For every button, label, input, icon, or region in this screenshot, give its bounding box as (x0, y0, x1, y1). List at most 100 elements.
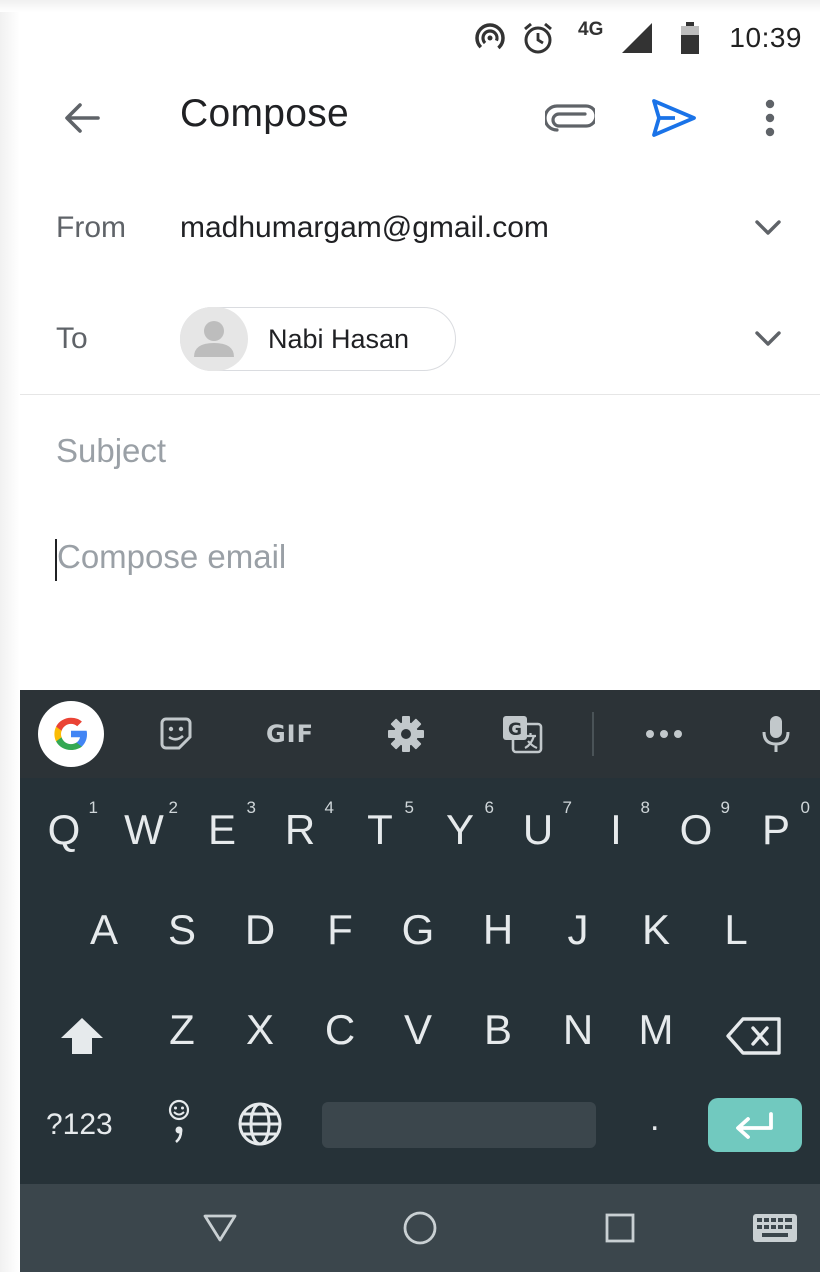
chevron-down-icon[interactable] (754, 172, 782, 283)
from-address: madhumargam@gmail.com (180, 210, 549, 244)
key-label: W (124, 806, 164, 853)
symbols-key[interactable]: ?123 (46, 1108, 113, 1142)
key-label: T (367, 806, 393, 853)
recipient-chip[interactable]: Nabi Hasan (180, 307, 456, 371)
compose-body-field[interactable]: Compose email (20, 506, 820, 690)
recipient-name: Nabi Hasan (268, 323, 410, 354)
space-bar[interactable] (322, 1102, 596, 1148)
key-number-hint: 2 (168, 798, 178, 817)
sticker-icon[interactable] (154, 690, 198, 778)
key-v[interactable]: V (378, 1006, 458, 1054)
key-g[interactable]: G (378, 906, 458, 954)
from-row[interactable]: From madhumargam@gmail.com (20, 172, 820, 284)
period-key[interactable]: . (650, 1100, 659, 1139)
enter-icon (736, 1112, 773, 1139)
from-label: From (56, 210, 126, 244)
page-title: Compose (180, 92, 350, 135)
status-time: 10:39 (729, 22, 802, 53)
key-label: E (207, 806, 236, 853)
gif-icon[interactable]: GIF (260, 690, 320, 778)
key-s[interactable]: S (142, 906, 222, 954)
key-u[interactable]: U7 (498, 798, 578, 854)
toolbar-divider (592, 712, 594, 756)
more-vert-icon[interactable] (738, 86, 802, 150)
translate-icon[interactable]: G (500, 690, 544, 778)
settings-icon[interactable] (386, 690, 426, 778)
backspace-key[interactable] (714, 1008, 794, 1064)
key-f[interactable]: F (300, 906, 380, 954)
mic-icon[interactable] (758, 690, 794, 778)
key-number-hint: 8 (640, 798, 650, 817)
enter-key[interactable] (708, 1098, 802, 1152)
key-number-hint: 4 (324, 798, 334, 817)
keyboard-keys: Q1W2E3R4T5Y6U7I8O9P0 ASDFGHJKL ZXCVBNM ?… (20, 778, 820, 1184)
key-k[interactable]: K (616, 906, 696, 954)
keyboard-switch-icon[interactable] (750, 1184, 800, 1272)
key-y[interactable]: Y6 (420, 798, 500, 854)
keyboard-toolbar: GIF G (20, 690, 820, 778)
system-nav-bar (20, 1184, 820, 1272)
battery-icon (680, 12, 700, 64)
to-label: To (56, 321, 88, 355)
key-number-hint: 9 (720, 798, 730, 817)
key-label: P (761, 806, 790, 853)
status-bar: 4G 10:39 (20, 12, 820, 64)
key-x[interactable]: X (220, 1006, 300, 1054)
key-number-hint: 3 (246, 798, 256, 817)
attach-icon[interactable] (538, 86, 602, 150)
key-w[interactable]: W2 (104, 798, 184, 854)
key-t[interactable]: T5 (340, 798, 420, 854)
emoji-comma-key[interactable] (154, 1098, 204, 1154)
key-h[interactable]: H (458, 906, 538, 954)
key-b[interactable]: B (458, 1006, 538, 1054)
key-label: O (679, 806, 713, 853)
key-n[interactable]: N (538, 1006, 618, 1054)
left-edge-shadow (0, 0, 20, 1272)
back-triangle-icon[interactable] (200, 1184, 240, 1272)
key-a[interactable]: A (64, 906, 144, 954)
send-icon[interactable] (642, 86, 706, 150)
key-label: U (522, 806, 554, 853)
key-number-hint: 0 (800, 798, 810, 817)
gif-label: GIF (265, 720, 315, 748)
app-bar: Compose (20, 64, 820, 174)
key-c[interactable]: C (300, 1006, 380, 1054)
key-label: Q (47, 806, 81, 853)
signal-icon (620, 12, 654, 64)
compose-body-placeholder: Compose email (57, 538, 287, 575)
network-type-label: 4G (578, 19, 604, 40)
key-z[interactable]: Z (142, 1006, 222, 1054)
key-p[interactable]: P0 (736, 798, 816, 854)
chevron-down-icon[interactable] (754, 283, 782, 394)
key-i[interactable]: I8 (576, 798, 656, 854)
shift-key[interactable] (42, 1008, 122, 1064)
hotspot-icon (472, 12, 508, 64)
home-circle-icon[interactable] (400, 1184, 440, 1272)
globe-icon[interactable] (234, 1100, 286, 1152)
to-row[interactable]: To Nabi Hasan (20, 283, 820, 395)
key-e[interactable]: E3 (182, 798, 262, 854)
svg-text:G: G (508, 720, 522, 740)
key-label: Y (445, 806, 474, 853)
back-arrow-icon[interactable] (50, 86, 114, 150)
alarm-icon (520, 12, 556, 64)
key-label: I (610, 806, 622, 853)
google-icon[interactable] (38, 690, 104, 778)
avatar (180, 307, 248, 371)
key-d[interactable]: D (220, 906, 300, 954)
key-number-hint: 5 (404, 798, 414, 817)
key-label: R (284, 806, 316, 853)
more-horiz-icon[interactable] (642, 690, 686, 778)
key-number-hint: 1 (88, 798, 98, 817)
subject-row[interactable]: Subject (20, 395, 820, 507)
key-r[interactable]: R4 (260, 798, 340, 854)
key-m[interactable]: M (616, 1006, 696, 1054)
key-q[interactable]: Q1 (24, 798, 104, 854)
top-edge-shadow (0, 0, 820, 12)
key-j[interactable]: J (538, 906, 618, 954)
key-number-hint: 7 (562, 798, 572, 817)
key-l[interactable]: L (696, 906, 776, 954)
recents-square-icon[interactable] (602, 1184, 638, 1272)
subject-input[interactable]: Subject (56, 395, 166, 506)
key-o[interactable]: O9 (656, 798, 736, 854)
